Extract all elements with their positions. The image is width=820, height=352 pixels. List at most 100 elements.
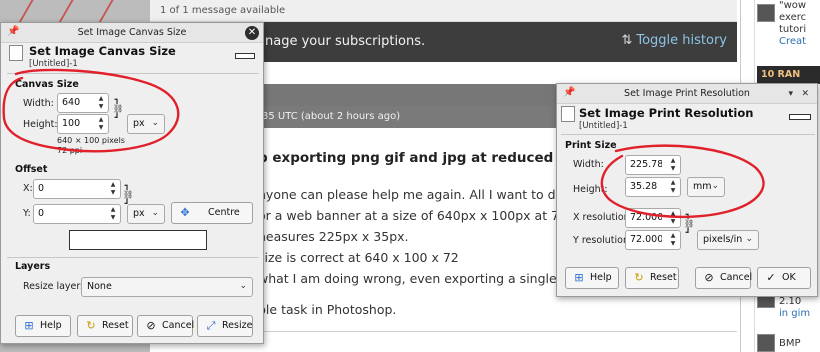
centre-button[interactable]: ✥ Centre bbox=[171, 202, 253, 224]
cancel-button[interactable]: ⊘ Cancel bbox=[137, 315, 194, 337]
chain-link-icon[interactable]: ┓ ⛓ ┛ bbox=[684, 210, 694, 237]
divider bbox=[7, 73, 259, 74]
print-height-input[interactable] bbox=[630, 181, 663, 192]
y-resolution-input[interactable] bbox=[630, 234, 663, 245]
help-button[interactable]: ⊞ Help bbox=[565, 267, 619, 289]
sidebar-text: "wow bbox=[779, 0, 807, 11]
x-resolution-spinbox[interactable]: ▲▼ bbox=[625, 208, 681, 228]
post-title[interactable]: p exporting png gif and jpg at reduced s… bbox=[258, 150, 588, 166]
close-icon[interactable]: ✕ bbox=[801, 89, 809, 99]
ppi-info: 72 ppi bbox=[57, 146, 83, 155]
help-icon: ⊞ bbox=[24, 319, 34, 332]
layers-section-label: Layers bbox=[15, 261, 51, 272]
canvas-size-section-label: Canvas Size bbox=[15, 79, 79, 90]
post-text-line: or a web banner at a size of 640px x 100… bbox=[258, 208, 607, 223]
canvas-unit-select[interactable]: px ⌄ bbox=[127, 114, 165, 134]
print-unit-value: mm bbox=[693, 181, 712, 192]
spin-arrows-icon[interactable]: ▲ ▼ bbox=[97, 116, 105, 132]
spin-arrows-icon[interactable]: ▲ ▼ bbox=[669, 210, 677, 226]
print-dialog-image-name: [Untitled]-1 bbox=[579, 121, 628, 131]
canvas-dialog-window-title: Set Image Canvas Size bbox=[77, 27, 187, 38]
offset-unit-select[interactable]: px ⌄ bbox=[127, 204, 165, 224]
toggle-history-label: Toggle history bbox=[636, 33, 727, 48]
help-button[interactable]: ⊞ Help bbox=[15, 315, 71, 337]
avatar bbox=[757, 334, 775, 352]
spin-arrows-icon[interactable]: ▲ ▼ bbox=[109, 181, 117, 197]
spin-arrows-icon[interactable]: ▲ ▼ bbox=[109, 206, 117, 222]
chevron-down-icon: ⌄ bbox=[151, 208, 159, 218]
offset-x-spinbox[interactable]: ▲▼ bbox=[33, 179, 121, 199]
print-dialog-window-title: Set Image Print Resolution bbox=[624, 88, 750, 99]
close-icon[interactable]: ✕ bbox=[245, 26, 259, 40]
image-preview-thumbnail bbox=[235, 53, 255, 59]
ranks-header-label: 10 RAN bbox=[761, 69, 801, 80]
ok-button[interactable]: ✓ OK bbox=[757, 267, 811, 289]
resize-layers-label: Resize layers: bbox=[23, 281, 89, 292]
height-label: Height: bbox=[23, 119, 58, 130]
print-width-input[interactable] bbox=[630, 159, 663, 170]
message-notice-bar: 1 of 1 message available bbox=[150, 0, 737, 22]
width-spinbox[interactable]: ▲▼ bbox=[57, 93, 109, 113]
divider bbox=[7, 257, 259, 258]
post-text-line: what I am doing wrong, even exporting a … bbox=[258, 271, 600, 286]
print-width-spinbox[interactable]: ▲▼ bbox=[625, 155, 681, 175]
reset-button-label: Reset bbox=[650, 272, 677, 283]
sidebar-link[interactable]: in gim bbox=[779, 308, 810, 319]
sort-arrows-icon: ⇅ bbox=[621, 33, 633, 48]
offset-x-label: X: bbox=[23, 183, 33, 194]
cancel-icon: ⊘ bbox=[704, 271, 714, 284]
chevron-down-icon: ⌄ bbox=[711, 181, 719, 191]
offset-preview-area[interactable] bbox=[69, 230, 207, 250]
sidebar-link[interactable]: Creat bbox=[779, 36, 806, 47]
reset-button[interactable]: ↻ Reset bbox=[77, 315, 133, 337]
print-height-spinbox[interactable]: ▲▼ bbox=[625, 177, 681, 197]
offset-section-label: Offset bbox=[15, 164, 48, 175]
reset-button-label: Reset bbox=[102, 320, 129, 331]
chevron-down-icon: ⌄ bbox=[745, 234, 753, 244]
spin-arrows-icon[interactable]: ▲ ▼ bbox=[97, 95, 105, 111]
image-preview-thumbnail bbox=[789, 114, 811, 120]
canvas-dialog-titlebar[interactable]: 📌 Set Image Canvas Size ✕ bbox=[1, 23, 263, 43]
check-icon: ✓ bbox=[766, 271, 776, 284]
x-resolution-label: X resolution: bbox=[573, 212, 633, 223]
resize-layers-select[interactable]: None ⌄ bbox=[81, 277, 253, 297]
height-input[interactable] bbox=[62, 118, 92, 129]
chevron-down-icon: ⌄ bbox=[239, 281, 247, 291]
canvas-unit-value: px bbox=[133, 118, 145, 129]
canvas-size-icon bbox=[9, 45, 23, 61]
print-dialog-titlebar[interactable]: 📌 Set Image Print Resolution ▾ ✕ bbox=[557, 84, 817, 104]
avatar bbox=[757, 4, 775, 22]
cancel-button[interactable]: ⊘ Cancel bbox=[695, 267, 752, 289]
chain-link-icon[interactable]: ┓ ⛓ ┛ bbox=[113, 95, 123, 122]
help-button-label: Help bbox=[40, 320, 62, 331]
reset-icon: ↻ bbox=[86, 319, 96, 332]
spin-arrows-icon[interactable]: ▲ ▼ bbox=[669, 157, 677, 173]
spin-arrows-icon[interactable]: ▲ ▼ bbox=[669, 179, 677, 195]
print-unit-select[interactable]: mm ⌄ bbox=[687, 177, 725, 197]
print-size-section-label: Print Size bbox=[565, 140, 617, 151]
subscriptions-text[interactable]: nage your subscriptions. bbox=[265, 34, 425, 49]
offset-y-spinbox[interactable]: ▲▼ bbox=[33, 204, 121, 224]
offset-y-input[interactable] bbox=[38, 208, 90, 219]
spin-arrows-icon[interactable]: ▲ ▼ bbox=[669, 232, 677, 248]
sidebar-text: tutori bbox=[779, 24, 807, 35]
resize-layers-value: None bbox=[87, 281, 112, 292]
minimize-icon[interactable]: ▾ bbox=[788, 89, 793, 99]
y-resolution-spinbox[interactable]: ▲▼ bbox=[625, 230, 681, 250]
reset-button[interactable]: ↻ Reset bbox=[625, 267, 679, 289]
resolution-unit-select[interactable]: pixels/in ⌄ bbox=[697, 230, 759, 250]
height-spinbox[interactable]: ▲▼ bbox=[57, 114, 109, 134]
x-resolution-input[interactable] bbox=[630, 212, 663, 223]
resize-icon: ⤢ bbox=[206, 319, 216, 332]
toggle-history-link[interactable]: ⇅ Toggle history bbox=[621, 33, 727, 48]
width-input[interactable] bbox=[62, 97, 92, 108]
offset-x-input[interactable] bbox=[38, 183, 90, 194]
canvas-dialog-heading: Set Image Canvas Size bbox=[29, 44, 176, 58]
move-center-icon: ✥ bbox=[180, 206, 190, 219]
message-notice-text: 1 of 1 message available bbox=[160, 5, 286, 16]
post-text-line: nyone can please help me again. All I wa… bbox=[258, 187, 604, 202]
offset-y-label: Y: bbox=[23, 208, 31, 219]
cancel-icon: ⊘ bbox=[146, 319, 156, 332]
resize-button[interactable]: ⤢ Resize bbox=[197, 315, 253, 337]
post-timestamp: 35 UTC (about 2 hours ago) bbox=[262, 111, 401, 122]
